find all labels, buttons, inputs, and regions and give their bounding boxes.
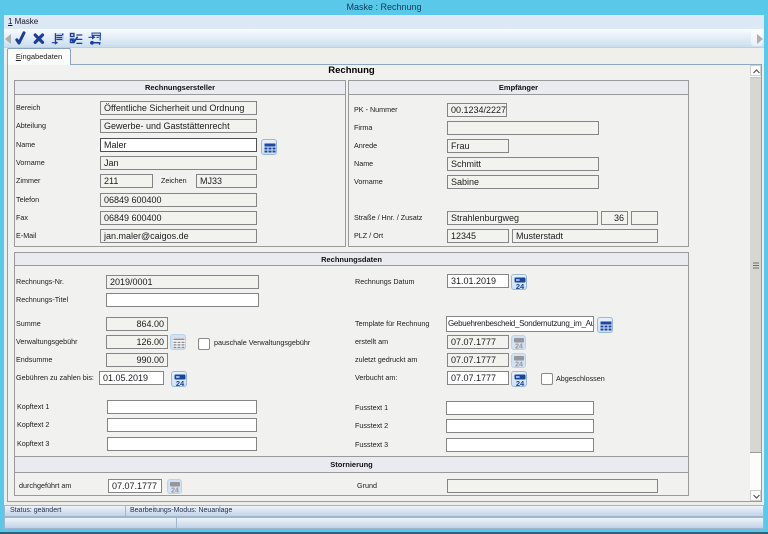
svg-text:24: 24	[515, 282, 524, 291]
svg-text:24: 24	[515, 361, 523, 368]
svg-text:24: 24	[515, 343, 523, 350]
svg-text:24: 24	[171, 488, 179, 495]
svg-text:24: 24	[176, 379, 185, 388]
svg-text:24: 24	[516, 379, 525, 388]
